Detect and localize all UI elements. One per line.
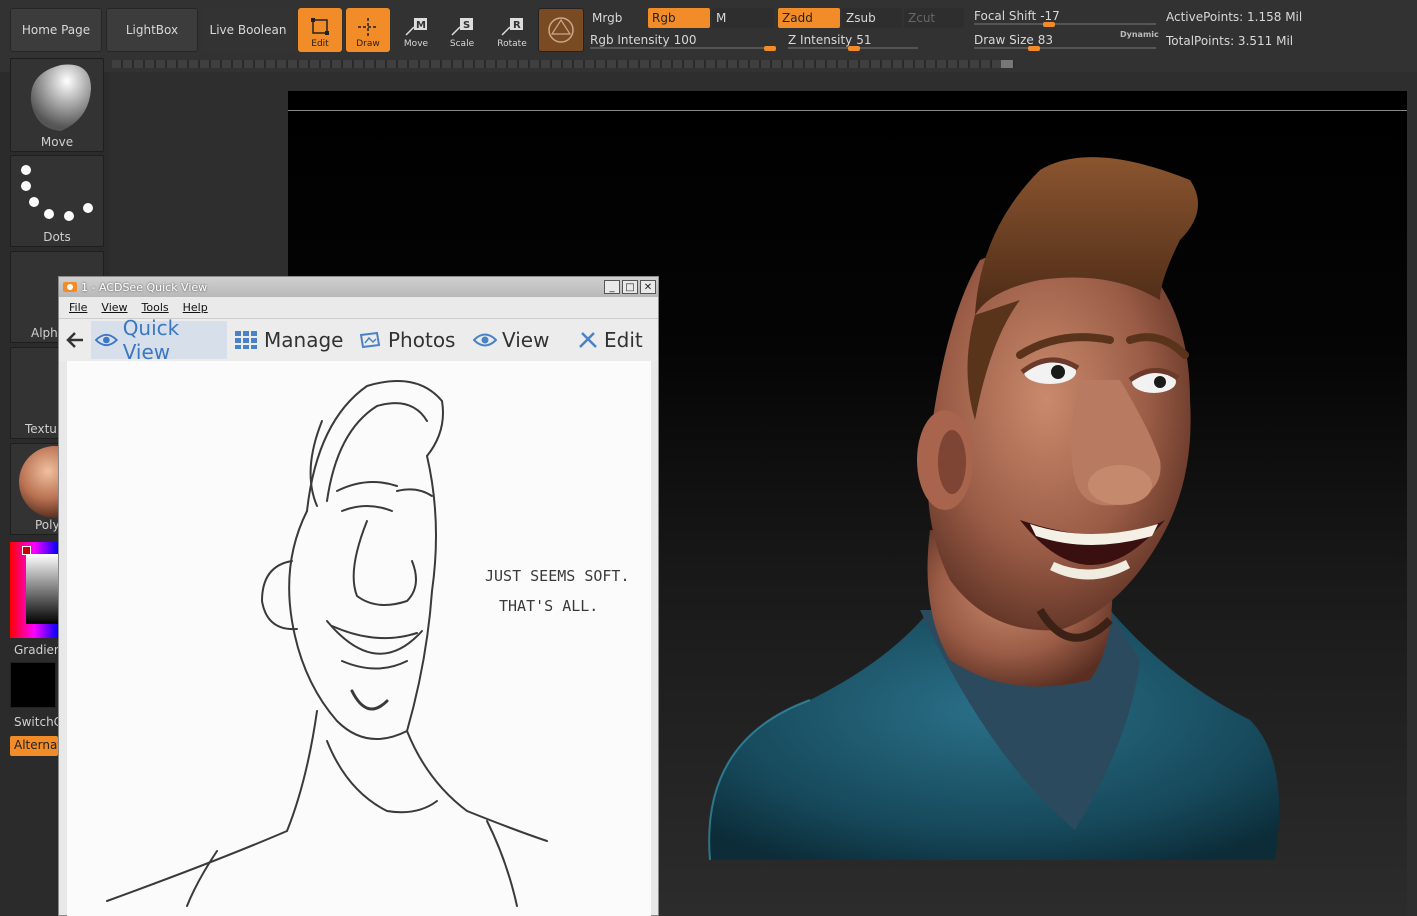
zsub-toggle[interactable]: Zsub (842, 8, 902, 28)
z-intensity-value: 51 (856, 33, 872, 47)
rgb-intensity-label: Rgb Intensity (590, 33, 670, 47)
zcut-toggle[interactable]: Zcut (904, 8, 964, 28)
rotate-tool-button[interactable]: R Rotate (490, 8, 534, 52)
maximize-icon[interactable]: □ (622, 280, 638, 294)
color-picker-sv[interactable] (26, 554, 58, 624)
edit-icon (311, 18, 329, 35)
eye-icon (95, 333, 118, 347)
menu-file[interactable]: File (69, 301, 87, 314)
tab-photos-label: Photos (388, 328, 456, 352)
tab-quick-view[interactable]: Quick View (91, 316, 227, 364)
secondary-color-swatch[interactable] (10, 662, 56, 708)
gradient-label[interactable]: Gradien (14, 643, 62, 657)
rgb-intensity-slider[interactable]: Rgb Intensity 100 (590, 30, 776, 51)
z-intensity-label: Z Intensity (788, 33, 853, 47)
lightbox-button[interactable]: LightBox (106, 8, 198, 52)
draw-size-value: 83 (1037, 33, 1054, 47)
minimize-icon[interactable]: _ (604, 280, 620, 294)
move-brush-label: Move (40, 135, 74, 149)
acdsee-mode-tabs: Quick View Manage Photos View Edit (59, 316, 658, 364)
tab-manage-label: Manage (264, 328, 344, 352)
tab-view[interactable]: View (473, 321, 549, 359)
zadd-toggle[interactable]: Zadd (778, 8, 840, 28)
pencil-sketch-image: JUST SEEMS SOFT. THAT'S ALL. (106, 380, 630, 907)
menu-help[interactable]: Help (183, 301, 208, 314)
svg-text:M: M (416, 20, 426, 31)
z-intensity-knob[interactable] (848, 46, 861, 51)
acdsee-quick-view-window: 1 - ACDSee Quick View _ □ ✕ File View To… (58, 276, 659, 916)
move-tool-button[interactable]: M Move (394, 8, 438, 52)
material-button[interactable] (538, 8, 584, 52)
m-toggle[interactable]: M (712, 8, 774, 28)
tab-edit[interactable]: Edit (577, 321, 643, 359)
color-picker-cursor[interactable] (22, 546, 31, 555)
draw-size-knob[interactable] (1028, 46, 1041, 51)
timeline-ruler[interactable] (112, 60, 1014, 68)
canvas-top-line (288, 110, 1407, 111)
edit-tool-label: Edit (311, 39, 329, 49)
timeline-knob[interactable] (1001, 60, 1013, 68)
back-button[interactable] (65, 321, 91, 359)
focal-shift-knob[interactable] (1042, 22, 1055, 27)
dynamic-toggle[interactable]: Dynamic (1120, 30, 1159, 39)
dots-stroke-label: Dots (43, 230, 71, 244)
home-page-button[interactable]: Home Page (10, 8, 102, 52)
switch-color-button[interactable]: SwitchC (14, 715, 62, 729)
rgb-intensity-knob[interactable] (764, 46, 776, 51)
svg-text:S: S (463, 20, 470, 31)
live-boolean-button[interactable]: Live Boolean (202, 8, 294, 52)
material-sphere-icon (548, 17, 574, 43)
draw-tool-label: Draw (356, 39, 380, 49)
move-tool-label: Move (403, 39, 429, 49)
rgb-toggle[interactable]: Rgb (648, 8, 710, 28)
image-preview-pane[interactable]: JUST SEEMS SOFT. THAT'S ALL. (67, 361, 651, 916)
scale-icon: S (451, 18, 473, 36)
mrgb-toggle[interactable]: Mrgb (588, 8, 646, 28)
focal-shift-slider[interactable]: Focal Shift -17 (974, 6, 1156, 27)
scale-tool-label: Scale (449, 39, 475, 49)
scale-tool-button[interactable]: S Scale (440, 8, 484, 52)
draw-icon (358, 18, 378, 36)
rotate-icon: R (501, 18, 523, 36)
top-toolbar: Home Page LightBox Live Boolean Edit Dra… (0, 0, 1417, 72)
total-points-readout: TotalPoints: 3.511 Mil (1166, 34, 1294, 48)
draw-tool-button[interactable]: Draw (346, 8, 390, 52)
tab-view-label: View (502, 328, 550, 352)
acdsee-titlebar[interactable]: 1 - ACDSee Quick View _ □ ✕ (59, 277, 658, 297)
grid-icon (235, 331, 257, 349)
view-eye-icon (473, 333, 497, 347)
color-picker-hue[interactable] (10, 542, 58, 638)
focal-shift-value: -17 (1040, 9, 1060, 23)
svg-text:R: R (513, 20, 521, 31)
dots-stroke-icon (21, 165, 93, 221)
sketch-note-line2: THAT'S ALL. (499, 597, 598, 615)
tab-manage[interactable]: Manage (235, 321, 343, 359)
sculpt-bust-model[interactable] (690, 140, 1290, 900)
tab-edit-label: Edit (604, 328, 643, 352)
move-icon: M (405, 18, 427, 36)
rotate-tool-label: Rotate (497, 39, 527, 49)
alternate-toggle[interactable]: Alternat (10, 736, 62, 756)
stroke-dots-slot[interactable]: Dots (10, 155, 104, 247)
focal-shift-label: Focal Shift (974, 9, 1037, 23)
edit-tools-icon (579, 332, 597, 348)
rgb-intensity-value: 100 (673, 33, 697, 47)
acdsee-app-icon (63, 282, 77, 292)
photos-icon (359, 331, 381, 349)
active-points-readout: ActivePoints: 1.158 Mil (1166, 10, 1303, 24)
brush-move-slot[interactable]: Move (10, 58, 104, 152)
menu-tools[interactable]: Tools (142, 301, 169, 314)
tab-photos[interactable]: Photos (359, 321, 455, 359)
draw-size-label: Draw Size (974, 33, 1034, 47)
menu-view[interactable]: View (101, 301, 127, 314)
back-arrow-icon (66, 332, 83, 348)
edit-tool-button[interactable]: Edit (298, 8, 342, 52)
move-brush-icon (30, 64, 91, 131)
acdsee-title: 1 - ACDSee Quick View (81, 280, 208, 294)
z-intensity-slider[interactable]: Z Intensity 51 (788, 30, 918, 51)
tab-quick-view-label: Quick View (122, 316, 180, 364)
sketch-note-line1: JUST SEEMS SOFT. (485, 567, 630, 585)
close-icon[interactable]: ✕ (640, 280, 656, 294)
